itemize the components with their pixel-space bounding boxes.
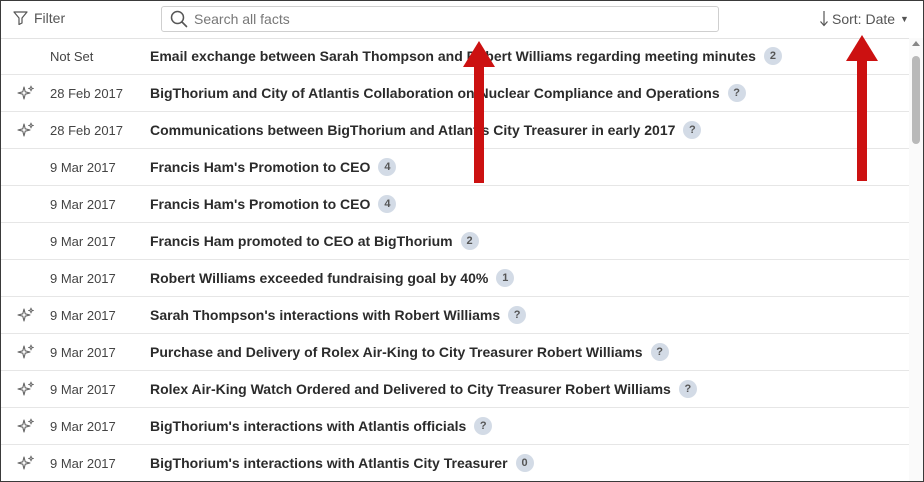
fact-date: 9 Mar 2017 bbox=[50, 382, 116, 397]
fact-row[interactable]: 9 Mar 2017 BigThorium's interactions with… bbox=[1, 445, 909, 481]
fact-title-group: Purchase and Delivery of Rolex Air-King … bbox=[150, 343, 669, 361]
count-badge: ? bbox=[508, 306, 527, 324]
sparkle-icon bbox=[17, 418, 35, 441]
fact-date: 9 Mar 2017 bbox=[50, 160, 116, 175]
fact-title[interactable]: BigThorium's interactions with Atlantis … bbox=[150, 455, 508, 471]
scroll-up-icon[interactable] bbox=[912, 41, 920, 46]
search-icon bbox=[170, 10, 188, 28]
fact-title[interactable]: Email exchange between Sarah Thompson an… bbox=[150, 48, 756, 64]
fact-title[interactable]: BigThorium's interactions with Atlantis … bbox=[150, 418, 466, 434]
fact-row[interactable]: 9 Mar 2017 Francis Ham promoted to CEO at… bbox=[1, 223, 909, 260]
fact-title[interactable]: Communications between BigThorium and At… bbox=[150, 122, 675, 138]
sort-label: Sort: Date bbox=[832, 10, 896, 27]
sparkle-icon bbox=[17, 455, 35, 478]
fact-row[interactable]: 9 Mar 2017 BigThorium's interactions with… bbox=[1, 408, 909, 445]
fact-date: 9 Mar 2017 bbox=[50, 271, 116, 286]
fact-date: 9 Mar 2017 bbox=[50, 345, 116, 360]
annotation-arrow-sort bbox=[846, 35, 878, 181]
filter-label: Filter bbox=[34, 10, 66, 26]
count-badge: 4 bbox=[378, 158, 397, 176]
count-badge: 2 bbox=[460, 232, 479, 250]
count-badge: 2 bbox=[763, 47, 782, 65]
fact-title-group: Sarah Thompson's interactions with Rober… bbox=[150, 306, 527, 324]
fact-row[interactable]: Not Set Email exchange between Sarah Thom… bbox=[1, 38, 909, 75]
fact-date: 28 Feb 2017 bbox=[50, 123, 124, 138]
fact-title[interactable]: Rolex Air-King Watch Ordered and Deliver… bbox=[150, 381, 671, 397]
sparkle-icon bbox=[17, 344, 35, 367]
search-input[interactable] bbox=[194, 11, 694, 27]
count-badge: ? bbox=[727, 84, 746, 102]
fact-title[interactable]: Robert Williams exceeded fundraising goa… bbox=[150, 270, 488, 286]
count-badge: 4 bbox=[378, 195, 397, 213]
sparkle-icon bbox=[17, 307, 35, 330]
fact-title-group: Communications between BigThorium and At… bbox=[150, 121, 702, 139]
sparkle-icon bbox=[17, 381, 35, 404]
fact-title[interactable]: Sarah Thompson's interactions with Rober… bbox=[150, 307, 500, 323]
sparkle-icon bbox=[17, 122, 35, 145]
filter-button[interactable]: Filter bbox=[13, 10, 65, 26]
sparkle-icon bbox=[17, 85, 35, 108]
fact-date: 9 Mar 2017 bbox=[50, 308, 116, 323]
toolbar: Filter Sort: Date ▼ bbox=[1, 1, 923, 39]
count-badge: ? bbox=[474, 417, 493, 435]
fact-date: 9 Mar 2017 bbox=[50, 234, 116, 249]
search-box[interactable] bbox=[161, 6, 719, 32]
fact-title[interactable]: Francis Ham's Promotion to CEO bbox=[150, 196, 370, 212]
count-badge: ? bbox=[650, 343, 669, 361]
sort-button[interactable]: Sort: Date ▼ bbox=[819, 10, 909, 27]
fact-title[interactable]: BigThorium and City of Atlantis Collabor… bbox=[150, 85, 720, 101]
fact-row[interactable]: 28 Feb 2017 BigThorium and City of Atlant… bbox=[1, 75, 909, 112]
fact-date: 9 Mar 2017 bbox=[50, 419, 116, 434]
vertical-scrollbar[interactable] bbox=[909, 38, 923, 481]
fact-title-group: BigThorium and City of Atlantis Collabor… bbox=[150, 84, 746, 102]
fact-title-group: Francis Ham promoted to CEO at BigThoriu… bbox=[150, 232, 479, 250]
fact-title-group: Francis Ham's Promotion to CEO 4 bbox=[150, 195, 397, 213]
fact-date: Not Set bbox=[50, 49, 94, 64]
annotation-arrow-search bbox=[463, 41, 495, 183]
fact-title-group: Robert Williams exceeded fundraising goa… bbox=[150, 269, 515, 287]
facts-list: Not Set Email exchange between Sarah Thom… bbox=[1, 38, 909, 481]
count-badge: 0 bbox=[515, 454, 534, 472]
fact-row[interactable]: 9 Mar 2017 Robert Williams exceeded fundr… bbox=[1, 260, 909, 297]
chevron-down-icon: ▼ bbox=[900, 13, 909, 24]
fact-date: 9 Mar 2017 bbox=[50, 456, 116, 471]
fact-row[interactable]: 9 Mar 2017 Francis Ham's Promotion to CEO… bbox=[1, 186, 909, 223]
fact-row[interactable]: 9 Mar 2017 Purchase and Delivery of Rolex… bbox=[1, 334, 909, 371]
fact-title-group: Rolex Air-King Watch Ordered and Deliver… bbox=[150, 380, 697, 398]
fact-row[interactable]: 9 Mar 2017 Francis Ham's Promotion to CEO… bbox=[1, 149, 909, 186]
fact-title-group: Francis Ham's Promotion to CEO 4 bbox=[150, 158, 397, 176]
arrow-down-icon bbox=[820, 11, 828, 27]
fact-title-group: BigThorium's interactions with Atlantis … bbox=[150, 417, 493, 435]
fact-title[interactable]: Purchase and Delivery of Rolex Air-King … bbox=[150, 344, 643, 360]
funnel-icon bbox=[13, 11, 28, 25]
count-badge: ? bbox=[678, 380, 697, 398]
fact-date: 9 Mar 2017 bbox=[50, 197, 116, 212]
fact-title-group: BigThorium's interactions with Atlantis … bbox=[150, 454, 534, 472]
fact-row[interactable]: 9 Mar 2017 Rolex Air-King Watch Ordered a… bbox=[1, 371, 909, 408]
fact-row[interactable]: 9 Mar 2017 Sarah Thompson's interactions … bbox=[1, 297, 909, 334]
fact-title[interactable]: Francis Ham promoted to CEO at BigThoriu… bbox=[150, 233, 453, 249]
fact-row[interactable]: 28 Feb 2017 Communications between BigTho… bbox=[1, 112, 909, 149]
fact-title[interactable]: Francis Ham's Promotion to CEO bbox=[150, 159, 370, 175]
scrollbar-thumb[interactable] bbox=[912, 56, 920, 144]
fact-date: 28 Feb 2017 bbox=[50, 86, 124, 101]
count-badge: 1 bbox=[496, 269, 515, 287]
facts-panel: Filter Sort: Date ▼ Not Set Email exchang… bbox=[0, 0, 924, 482]
count-badge: ? bbox=[683, 121, 702, 139]
